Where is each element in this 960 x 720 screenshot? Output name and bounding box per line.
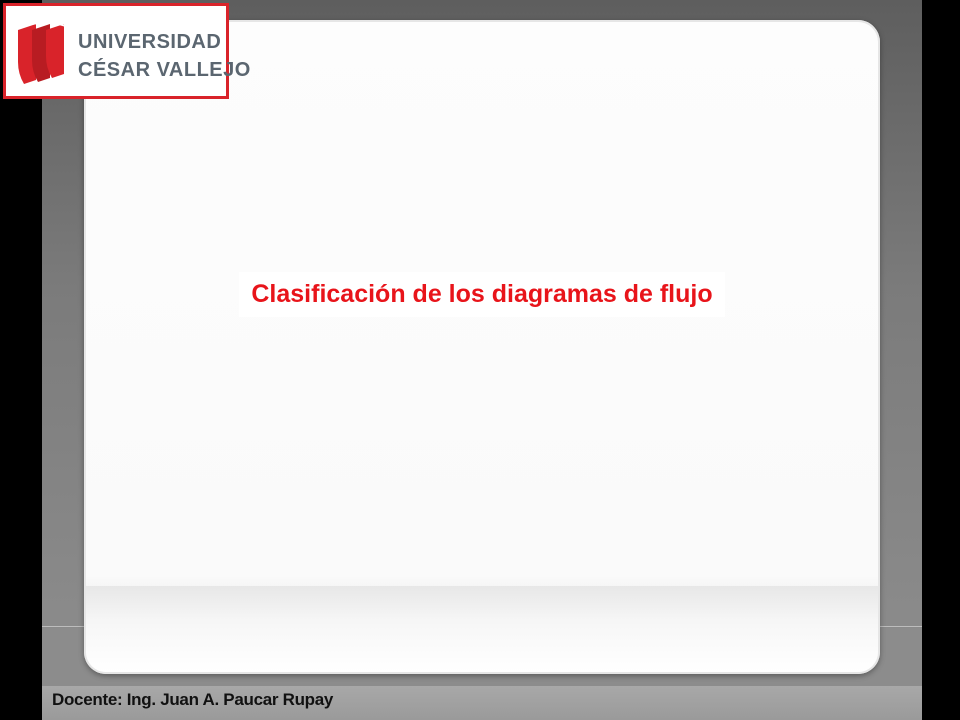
slide: Clasificación de los diagramas de flujo …	[0, 0, 960, 720]
title-container: Clasificación de los diagramas de flujo	[84, 272, 880, 317]
panel-sheen	[86, 586, 878, 672]
logo-wordmark: UNIVERSIDAD CÉSAR VALLEJO	[78, 28, 251, 84]
university-crest-icon	[18, 22, 67, 84]
university-logo: UNIVERSIDAD CÉSAR VALLEJO	[3, 3, 250, 99]
instructor-footer: Docente: Ing. Juan A. Paucar Rupay	[52, 690, 334, 709]
logo-line-2: CÉSAR VALLEJO	[78, 59, 251, 81]
slide-title: Clasificación de los diagramas de flujo	[239, 272, 725, 317]
content-panel	[84, 20, 880, 674]
logo-line-1: UNIVERSIDAD	[78, 31, 222, 53]
right-border	[922, 0, 960, 720]
